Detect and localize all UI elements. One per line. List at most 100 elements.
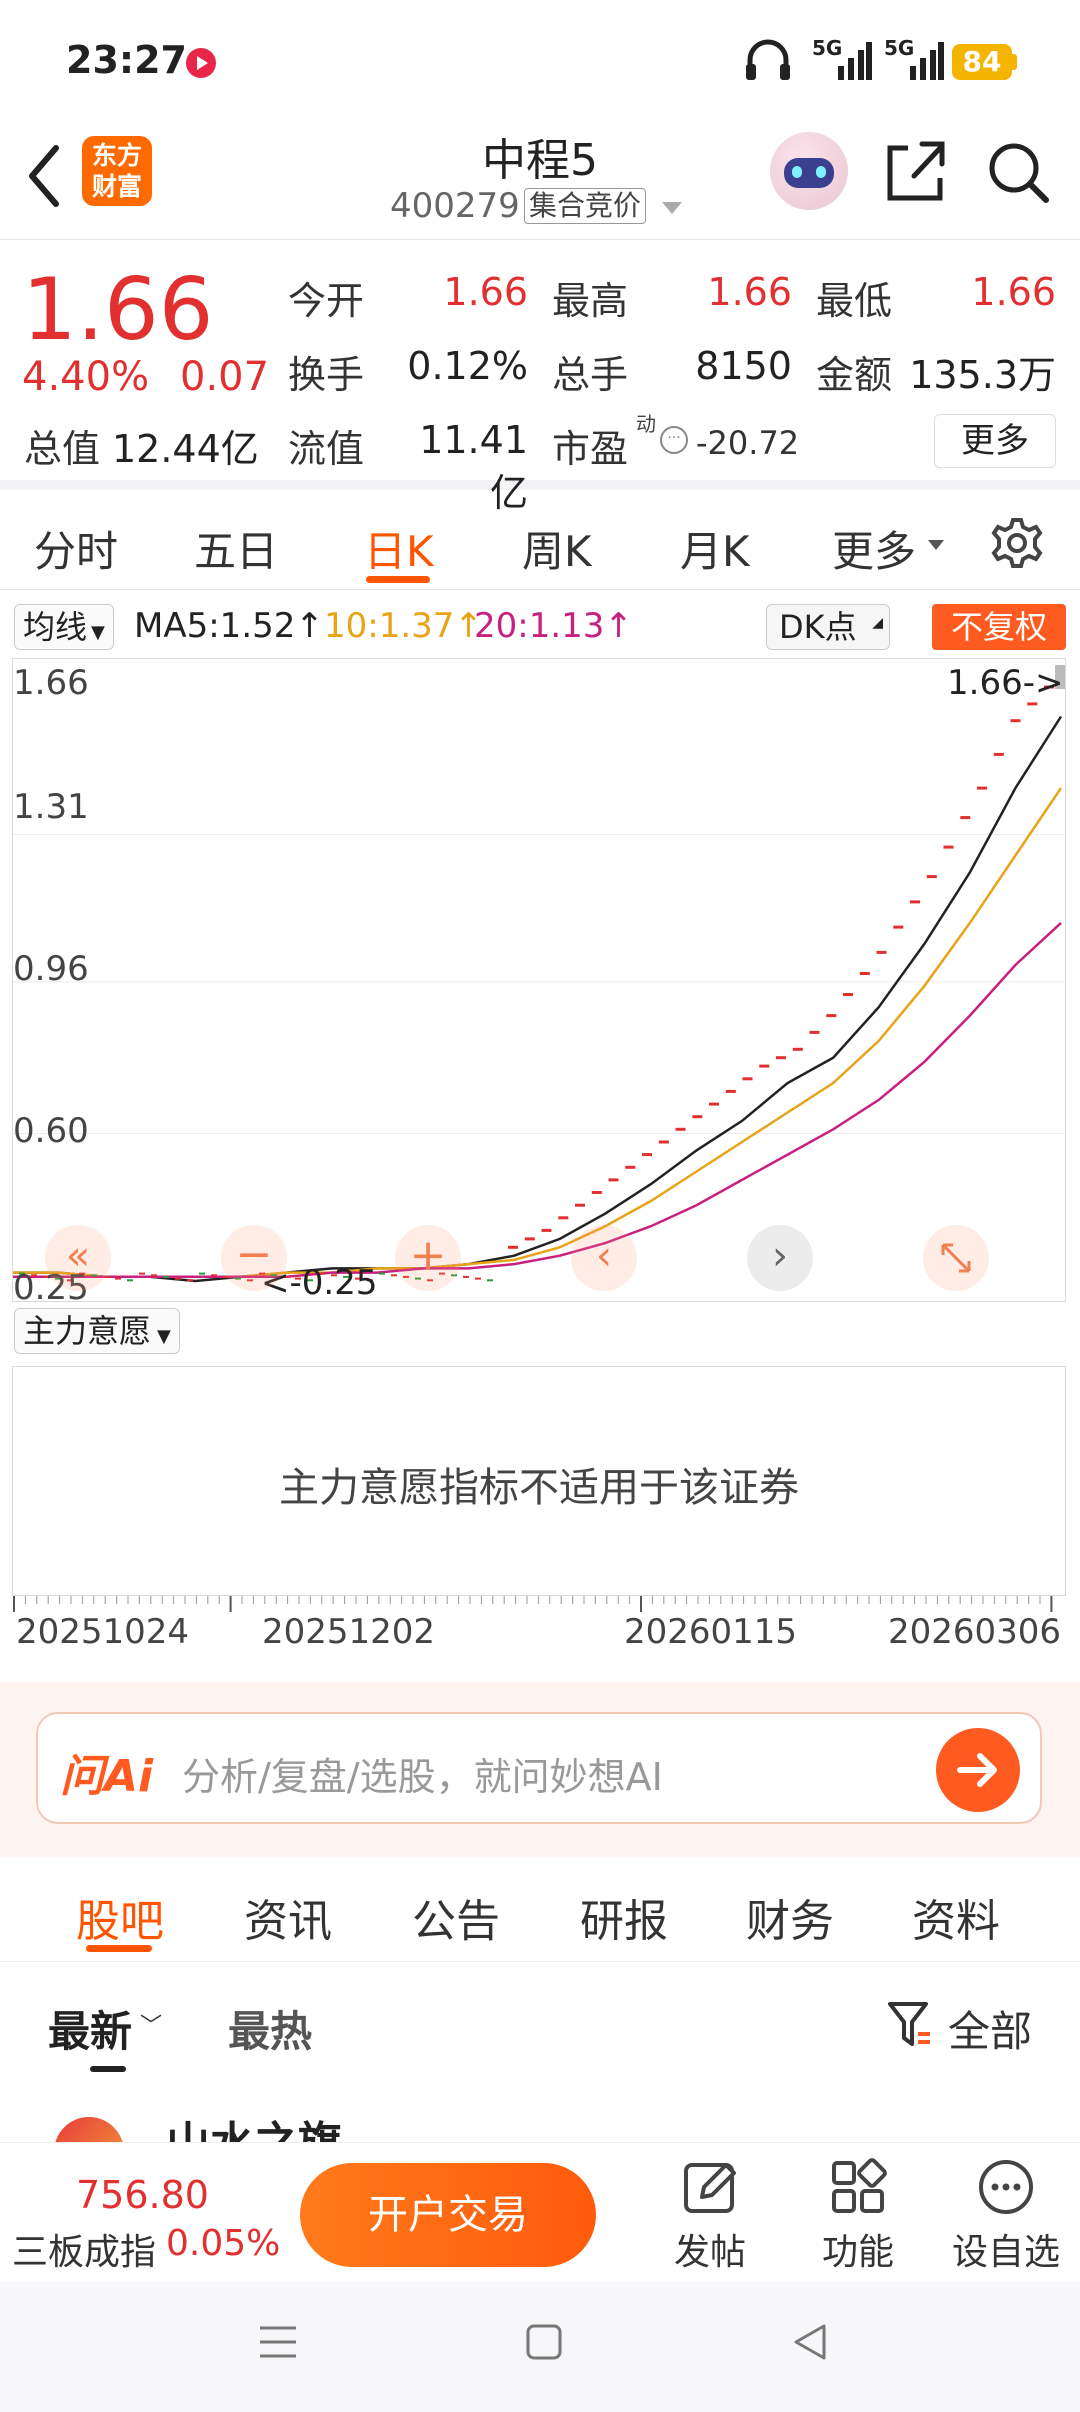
home-icon[interactable]: [524, 2320, 564, 2364]
ma-legend: 均线 ▼ MA5:1.52↑ 10:1.37↑ 20:1.13↑ DK点 ◢ 不复权: [0, 598, 1080, 658]
apps-icon[interactable]: [828, 2157, 888, 2217]
tab-news[interactable]: 资讯: [244, 1885, 332, 1949]
index-value[interactable]: 756.80: [76, 2173, 209, 2217]
ma-selector[interactable]: 均线 ▼: [14, 604, 114, 650]
candle: [575, 1203, 585, 1207]
sort-active-indicator: [90, 2066, 126, 2072]
candle: [211, 1274, 217, 1277]
tab-financials[interactable]: 财务: [746, 1885, 834, 1949]
sort-hot[interactable]: 最热: [228, 1998, 312, 2059]
tab-active-indicator: [86, 1945, 152, 1952]
filter-label[interactable]: 全部: [948, 1998, 1032, 2059]
auction-tag[interactable]: 集合竞价: [524, 188, 647, 224]
ai-robot-icon[interactable]: [770, 132, 848, 210]
more-circle-icon[interactable]: [976, 2157, 1036, 2217]
kline-chart[interactable]: 1.66 1.31 0.96 0.60 0.25 1.66-> <-0.25 «…: [12, 658, 1067, 1305]
chevron-down-icon[interactable]: [928, 540, 944, 550]
candle: [115, 1277, 121, 1280]
post-list: 山水之旗: [0, 2077, 1080, 2142]
tab-daily-k[interactable]: 日K: [364, 518, 434, 579]
amount-value: 135.3万: [909, 353, 1056, 397]
candle: [876, 950, 887, 954]
zoom-out-button[interactable]: −: [221, 1225, 287, 1291]
menu-icon[interactable]: [256, 2322, 300, 2362]
post-author[interactable]: 山水之旗: [166, 2107, 342, 2142]
adjust-button[interactable]: 不复权: [932, 604, 1066, 650]
more-dots-icon: ···: [660, 426, 688, 454]
ma5-line: [13, 715, 1063, 1283]
more-button[interactable]: 更多: [934, 414, 1056, 468]
x-tick-label: 20251024: [16, 1612, 190, 1652]
ai-search-box[interactable]: 问Ai 分析/复盘/选股，就问妙想AI: [36, 1712, 1042, 1824]
back-nav-icon[interactable]: [788, 2320, 832, 2364]
chevron-down-icon[interactable]: ﹀: [140, 2008, 162, 2040]
tab-announcements[interactable]: 公告: [412, 1885, 500, 1949]
bottom-action-bar: 756.80 三板成指 0.05% 开户交易 发帖 功能 设自选: [0, 2142, 1080, 2282]
status-bar: 23:27 5G 5G 84: [0, 0, 1080, 120]
ai-submit-button[interactable]: [936, 1728, 1020, 1812]
scroll-left-button[interactable]: «: [45, 1225, 111, 1291]
change-percent: 4.40%: [22, 354, 150, 400]
previous-button[interactable]: ‹: [571, 1225, 637, 1291]
pe-value: -20.72: [696, 424, 800, 462]
candle: [977, 786, 987, 790]
candle: [151, 1274, 157, 1277]
fullscreen-button[interactable]: [923, 1225, 989, 1291]
y-tick-label: 1.31: [13, 787, 89, 827]
avatar[interactable]: [54, 2117, 124, 2142]
watchlist-label[interactable]: 设自选: [944, 2223, 1068, 2275]
candle: [809, 1030, 820, 1034]
tab-guba[interactable]: 股吧: [76, 1885, 164, 1949]
tab-more[interactable]: 更多: [832, 518, 916, 579]
pe-label: 市盈: [552, 427, 629, 471]
candle: [993, 752, 1004, 756]
tab-intraday[interactable]: 分时: [34, 518, 118, 579]
stock-code: 400279: [390, 186, 520, 226]
tab-five-day[interactable]: 五日: [194, 518, 278, 579]
gear-icon[interactable]: [990, 516, 1044, 570]
low-value: 1.66: [971, 270, 1056, 314]
index-change[interactable]: 0.05%: [166, 2223, 280, 2264]
candle: [163, 1275, 169, 1278]
function-label[interactable]: 功能: [802, 2223, 914, 2275]
candle: [463, 1275, 469, 1278]
filter-icon[interactable]: [886, 2000, 932, 2050]
candle: [675, 1127, 686, 1131]
search-icon[interactable]: [986, 140, 1052, 206]
content-tabs: 股吧 资讯 公告 研报 财务 资料: [0, 1857, 1080, 1962]
post-label[interactable]: 发帖: [654, 2223, 766, 2275]
tab-monthly-k[interactable]: 月K: [680, 518, 750, 579]
sort-latest[interactable]: 最新: [48, 1998, 132, 2059]
tab-active-indicator: [366, 576, 430, 583]
trade-button[interactable]: 开户交易: [300, 2163, 596, 2267]
tab-profile[interactable]: 资料: [912, 1885, 1000, 1949]
ma-selector-label: 均线: [23, 608, 88, 646]
edit-post-icon[interactable]: [680, 2157, 740, 2217]
indicator-selector[interactable]: 主力意愿 ▼: [14, 1308, 180, 1354]
chevron-down-icon[interactable]: [662, 202, 682, 214]
current-price: 1.66: [22, 260, 214, 360]
open-label: 今开: [288, 279, 365, 323]
open-value: 1.66: [443, 270, 528, 314]
next-button[interactable]: ›: [747, 1225, 813, 1291]
candle: [692, 1115, 703, 1119]
candle: [910, 900, 920, 904]
ma20-line: [13, 921, 1062, 1279]
y-tick-label: 1.66: [13, 663, 89, 703]
tab-weekly-k[interactable]: 周K: [522, 518, 592, 579]
high-value: 1.66: [707, 270, 792, 314]
candle: [139, 1272, 145, 1275]
tab-research[interactable]: 研报: [580, 1885, 668, 1949]
index-name[interactable]: 三板成指: [12, 2223, 156, 2275]
pe-superscript: 动: [636, 412, 656, 436]
battery-level: 84: [962, 45, 1002, 78]
candle: [776, 1056, 786, 1060]
dk-point-selector[interactable]: DK点 ◢: [766, 604, 890, 650]
zoom-in-button[interactable]: +: [395, 1225, 461, 1291]
candle: [127, 1279, 133, 1282]
share-icon[interactable]: [884, 136, 948, 204]
corner-arrow-icon: ◢: [872, 615, 883, 631]
candle: [199, 1272, 205, 1275]
volume-value: 8150: [695, 344, 792, 388]
amount-label: 金额: [816, 353, 893, 397]
